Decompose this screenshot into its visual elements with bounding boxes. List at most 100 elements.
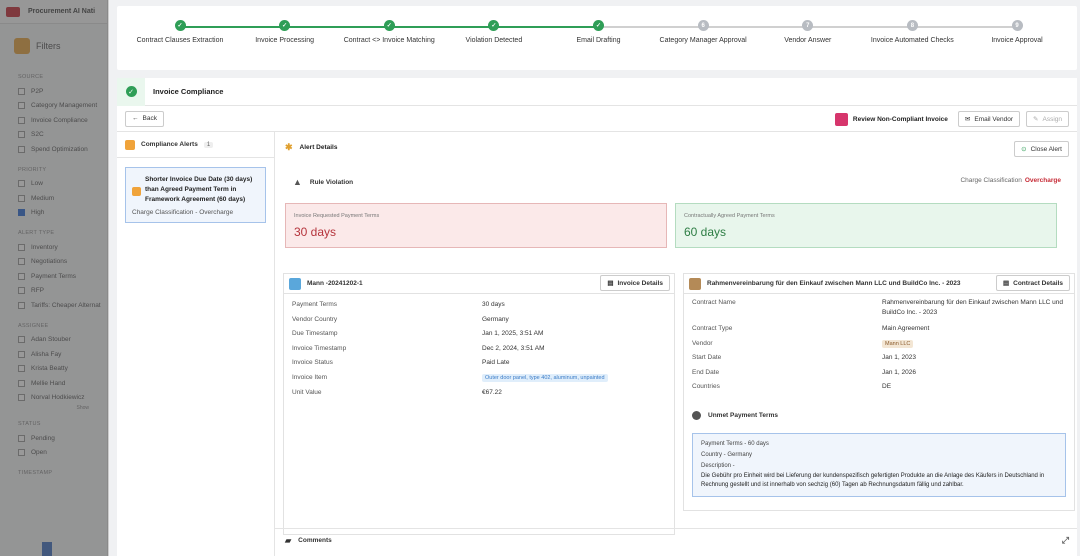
- filter-option[interactable]: RFP: [18, 284, 93, 299]
- workflow-step[interactable]: 6 Category Manager Approval: [643, 20, 763, 44]
- app-header: Procurement AI Nati: [0, 0, 107, 24]
- info-icon: [692, 411, 701, 421]
- filter-option-label: High: [31, 209, 45, 217]
- filter-section-heading: ASSIGNEE: [18, 322, 49, 329]
- invoice-requested-terms-box: Invoice Requested Payment Terms 30 days: [285, 203, 667, 248]
- filter-section: SOURCE P2P Category Management Invoice Comp…: [0, 64, 107, 157]
- filter-option[interactable]: Adan Stouber: [18, 333, 93, 348]
- check-circle-icon: ⊙: [1021, 146, 1027, 153]
- checkbox[interactable]: [18, 102, 25, 110]
- checkbox[interactable]: [18, 87, 25, 95]
- step-label: Category Manager Approval: [659, 37, 747, 44]
- assign-button[interactable]: ✎ Assign: [1026, 111, 1069, 127]
- filter-option[interactable]: High: [18, 206, 93, 221]
- expand-icon[interactable]: ⤢: [1062, 535, 1069, 546]
- filter-option[interactable]: P2P: [18, 84, 93, 99]
- filter-option[interactable]: Open: [18, 446, 93, 461]
- filter-option-label: P2P: [31, 87, 44, 95]
- filter-option-label: Medium: [31, 194, 55, 202]
- field-label: Invoice Status: [292, 359, 333, 367]
- checkbox[interactable]: [18, 243, 25, 251]
- star-icon: ✱: [285, 141, 293, 152]
- filter-option[interactable]: Krista Beatty: [18, 362, 93, 377]
- step-label: Email Drafting: [576, 37, 621, 44]
- close-alert-button[interactable]: ⊙ Close Alert: [1014, 141, 1069, 157]
- filter-option-label: Category Management: [31, 102, 98, 110]
- back-button[interactable]: ← Back: [125, 110, 164, 127]
- panel-title: Invoice Compliance: [153, 87, 224, 96]
- field-value: Jan 1, 2025, 3:51 AM: [482, 330, 544, 338]
- filter-option[interactable]: Mellie Hand: [18, 376, 93, 391]
- checkbox[interactable]: [18, 350, 25, 358]
- filter-option[interactable]: Invoice Compliance: [18, 113, 93, 128]
- contract-agreed-terms-label: Contractually Agreed Payment Terms: [684, 213, 775, 219]
- filter-option-label: Spend Optimization: [31, 145, 88, 153]
- filter-option[interactable]: S2C: [18, 128, 93, 143]
- checkbox[interactable]: [18, 301, 25, 309]
- workflow-step[interactable]: ✓ Invoice Processing: [225, 20, 345, 44]
- checkbox[interactable]: [18, 434, 25, 442]
- checkbox[interactable]: [18, 336, 25, 344]
- review-non-compliant-invoice-button[interactable]: Review Non-Compliant Invoice: [834, 112, 948, 126]
- checkbox[interactable]: [18, 116, 25, 124]
- workflow-step[interactable]: ✓ Contract Clauses Extraction: [120, 20, 240, 44]
- field-chip[interactable]: Mann LLC: [882, 339, 914, 348]
- checkbox[interactable]: [18, 394, 25, 402]
- close-alert-label: Close Alert: [1030, 145, 1062, 153]
- filter-option[interactable]: Spend Optimization: [18, 142, 93, 157]
- checkbox[interactable]: [18, 449, 25, 457]
- field-label: Invoice Timestamp: [292, 344, 347, 352]
- filter-option-label: Inventory: [31, 243, 58, 251]
- alert-card[interactable]: Shorter Invoice Due Date (30 days) than …: [125, 167, 266, 223]
- filter-option[interactable]: Pending: [18, 431, 93, 446]
- workflow-step[interactable]: 8 Invoice Automated Checks: [852, 20, 972, 44]
- checkbox[interactable]: [18, 194, 25, 202]
- contract-details-button[interactable]: ▤ Contract Details: [995, 275, 1070, 291]
- workflow-step[interactable]: ✓ Violation Detected: [434, 20, 554, 44]
- filter-option[interactable]: Negotiations: [18, 255, 93, 270]
- unmet-payment-terms-header: Unmet Payment Terms: [684, 405, 1074, 427]
- checkbox[interactable]: [18, 131, 25, 139]
- checkbox[interactable]: [18, 365, 25, 373]
- step-complete-icon: ✓: [279, 20, 291, 31]
- field-label: Contract Type: [692, 325, 733, 332]
- email-vendor-button[interactable]: ✉ Email Vendor: [957, 111, 1021, 127]
- alert-details-title: Alert Details: [299, 143, 338, 151]
- checkbox[interactable]: [18, 379, 25, 387]
- filter-option[interactable]: Inventory: [18, 240, 93, 255]
- checkbox[interactable]: [18, 258, 25, 266]
- filter-option[interactable]: Payment Terms: [18, 269, 93, 284]
- contract-fields: Contract Name Rahmenvereinbarung für den …: [684, 294, 1074, 399]
- invoice-details-button[interactable]: ▤ Invoice Details: [600, 275, 670, 291]
- checkbox[interactable]: [18, 145, 25, 153]
- comments-section[interactable]: ▰ Comments ⤢: [275, 528, 1077, 552]
- alerts-count-badge: 1: [203, 141, 214, 148]
- checkbox[interactable]: [18, 209, 25, 217]
- charge-classification-value: Overcharge: [1024, 177, 1061, 184]
- step-number-badge: 9: [1011, 20, 1023, 31]
- step-complete-icon: ✓: [383, 20, 395, 31]
- filter-option[interactable]: Medium: [18, 191, 93, 206]
- filter-option[interactable]: Low: [18, 177, 93, 192]
- filter-option-label: Tariffs: Cheaper Alternat: [31, 301, 101, 309]
- field-value: Rahmenvereinbarung für den Einkauf zwisc…: [882, 299, 1064, 316]
- filter-option[interactable]: Alisha Fay: [18, 347, 93, 362]
- field-label: Start Date: [692, 354, 722, 362]
- workflow-step[interactable]: 9 Invoice Approval: [957, 20, 1077, 44]
- checkbox[interactable]: [18, 272, 25, 280]
- field-chip[interactable]: Outer door panel, type 402, aluminum, un…: [482, 373, 608, 382]
- unmet-payment-terms-box: Payment Terms - 60 days Country - German…: [692, 432, 1066, 497]
- unmet-payment-terms-title: Unmet Payment Terms: [708, 412, 778, 420]
- workflow-step[interactable]: ✓ Email Drafting: [539, 20, 659, 44]
- filter-option[interactable]: Category Management: [18, 99, 97, 114]
- workflow-step[interactable]: 7 Vendor Answer: [748, 20, 868, 44]
- workflow-step[interactable]: ✓ Contract <> Invoice Matching: [329, 20, 449, 44]
- filter-option[interactable]: Tariffs: Cheaper Alternat: [18, 298, 101, 313]
- checkbox[interactable]: [18, 180, 25, 188]
- field-value: DE: [882, 383, 892, 391]
- checkbox[interactable]: [18, 287, 25, 295]
- filter-section: TIMESTAMP: [0, 460, 107, 476]
- filter-option[interactable]: Norval Hodkiewicz: [18, 391, 93, 406]
- field-label: Due Timestamp: [292, 330, 338, 338]
- field-value: Paid Late: [482, 359, 510, 367]
